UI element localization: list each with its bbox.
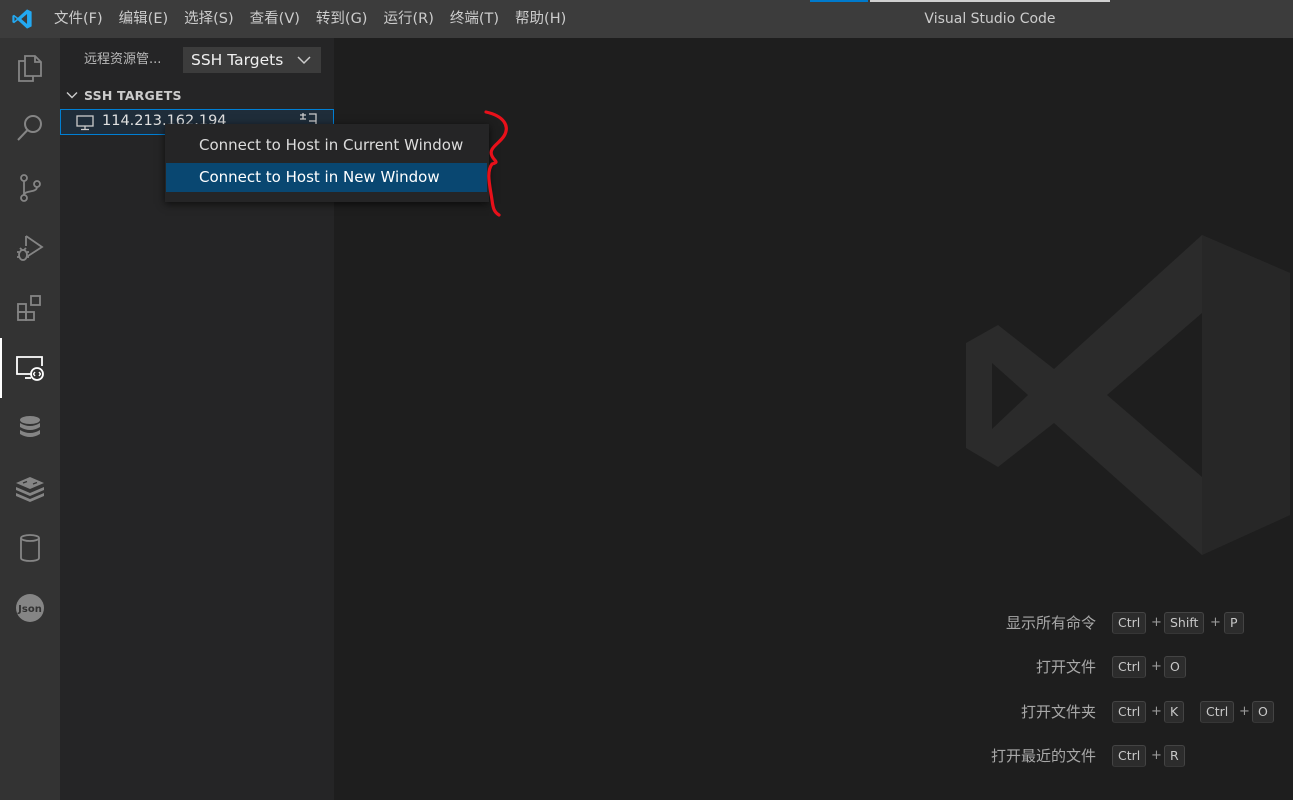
activity-sql[interactable] [0, 518, 60, 578]
activity-json[interactable]: Json [0, 578, 60, 638]
menu-terminal[interactable]: 终端(T) [442, 0, 507, 38]
section-title: SSH TARGETS [84, 87, 182, 103]
keybinding-plus: + [1151, 615, 1162, 630]
sidebar-title: 远程资源管... [84, 52, 162, 67]
menu-selection[interactable]: 选择(S) [176, 0, 242, 38]
explorer-icon [18, 55, 42, 82]
activity-remote-explorer[interactable] [0, 338, 60, 398]
chevron-down-icon [66, 92, 78, 99]
extensions-icon [17, 295, 41, 321]
remote-target-select[interactable]: SSH Targets [183, 47, 321, 73]
menu-bar: 文件(F) 编辑(E) 选择(S) 查看(V) 转到(G) 运行(R) 终端(T… [46, 0, 574, 38]
activity-bar: Json [0, 38, 60, 800]
monitor-icon [76, 115, 94, 131]
activity-database[interactable] [0, 398, 60, 458]
keybinding-key: P [1224, 612, 1244, 634]
title-accent-bar [810, 0, 868, 2]
shortcut-label: 打开最近的文件 [990, 747, 1096, 765]
keybinding-plus: + [1151, 748, 1162, 763]
activity-extensions[interactable] [0, 278, 60, 338]
keybinding-key: K [1164, 701, 1185, 723]
menu-view[interactable]: 查看(V) [242, 0, 308, 38]
keybinding-key: O [1164, 656, 1186, 678]
keybinding-plus: + [1210, 615, 1221, 630]
keybinding-key: Ctrl [1112, 612, 1147, 634]
activity-redis[interactable] [0, 458, 60, 518]
title-bar: 文件(F) 编辑(E) 选择(S) 查看(V) 转到(G) 运行(R) 终端(T… [0, 0, 1293, 38]
ssh-targets-section-header[interactable]: SSH TARGETS [60, 84, 334, 106]
menu-edit[interactable]: 编辑(E) [111, 0, 176, 38]
keybinding-plus: + [1239, 704, 1250, 719]
run-debug-icon [17, 235, 44, 261]
menu-item-connect-current-window[interactable]: Connect to Host in Current Window [166, 131, 487, 160]
host-context-menu: Connect to Host in Current Window Connec… [165, 124, 489, 202]
search-icon [17, 115, 42, 141]
keybinding-plus: + [1151, 704, 1162, 719]
remote-target-select-value: SSH Targets [191, 51, 284, 69]
menu-help[interactable]: 帮助(H) [507, 0, 574, 38]
keybinding-plus: + [1151, 659, 1162, 674]
window-title: Visual Studio Code [924, 11, 1056, 27]
keybinding-key: Ctrl [1112, 745, 1147, 767]
menu-file[interactable]: 文件(F) [46, 0, 111, 38]
shortcut-label: 打开文件 [1035, 658, 1096, 676]
activity-run-debug[interactable] [0, 218, 60, 278]
keybinding-key: R [1164, 745, 1185, 767]
shortcut-label: 打开文件夹 [1020, 703, 1096, 721]
activity-explorer[interactable] [0, 38, 60, 98]
database-icon [20, 416, 40, 437]
activity-search[interactable] [0, 98, 60, 158]
remote-explorer-icon [16, 356, 44, 381]
chevron-down-icon [297, 56, 311, 65]
menu-run[interactable]: 运行(R) [375, 0, 441, 38]
sql-cylinder-icon [20, 534, 40, 562]
source-control-icon [20, 174, 41, 202]
keybinding-key: O [1252, 701, 1274, 723]
json-icon: Json [16, 594, 44, 622]
keybinding-key: Ctrl [1112, 701, 1147, 723]
redis-stack-icon [16, 477, 44, 502]
shortcut-label: 显示所有命令 [1005, 614, 1096, 632]
vscode-logo-icon [12, 9, 32, 29]
keybinding-key: Shift [1164, 612, 1205, 634]
keybinding-key: Ctrl [1200, 701, 1235, 723]
keybinding-key: Ctrl [1112, 656, 1147, 678]
menu-item-connect-new-window[interactable]: Connect to Host in New Window [166, 163, 487, 192]
activity-source-control[interactable] [0, 158, 60, 218]
menu-go[interactable]: 转到(G) [308, 0, 376, 38]
json-badge-label: Json [17, 604, 42, 615]
red-brace-annotation [484, 110, 508, 217]
